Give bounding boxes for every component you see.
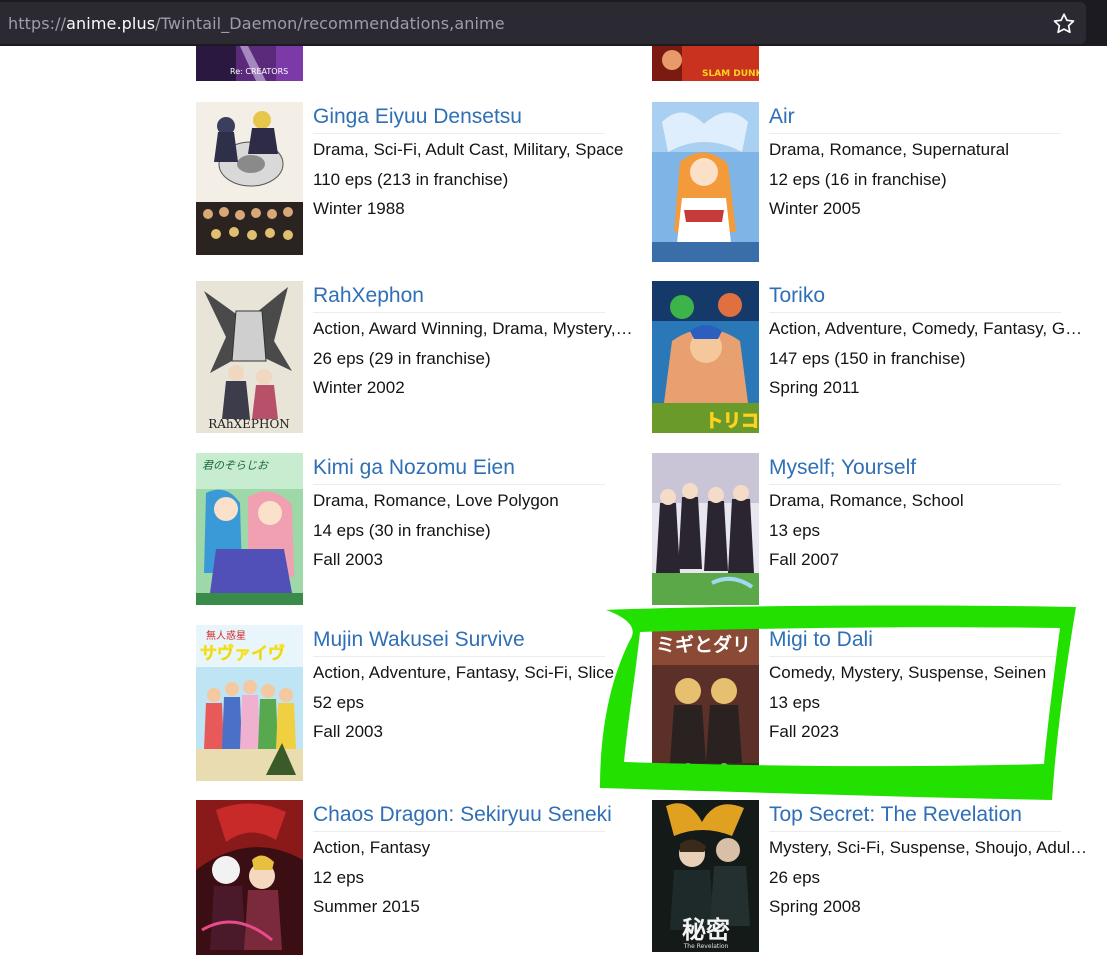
anime-title-link[interactable]: RahXephon	[313, 284, 424, 308]
anime-episodes: 12 eps (16 in franchise)	[769, 170, 947, 189]
anime-episodes: 13 eps	[769, 521, 821, 540]
anime-episodes: 52 eps	[313, 693, 365, 712]
anime-genres: Action, Fantasy	[313, 838, 431, 857]
anime-season: Fall 2003	[313, 550, 383, 569]
partial-poster-left[interactable]: Re: CREATORS	[196, 46, 303, 81]
anime-title-link[interactable]: Kimi ga Nozomu Eien	[313, 456, 515, 480]
anime-genres: Mystery, Sci-Fi, Suspense, Shoujo, Adult…	[769, 838, 1091, 857]
browser-toolbar: https://anime.plus/Twintail_Daemon/recom…	[0, 0, 1107, 46]
anime-title-link[interactable]: Mujin Wakusei Survive	[313, 628, 525, 652]
partial-poster-right[interactable]: SLAM DUNK	[652, 46, 759, 81]
anime-season: Spring 2008	[769, 897, 861, 916]
anime-episodes: 26 eps	[769, 868, 821, 887]
anime-title-link[interactable]: Top Secret: The Revelation	[769, 803, 1022, 827]
anime-genres: Drama, Romance, School	[769, 491, 964, 510]
anime-season: Winter 2005	[769, 199, 861, 218]
poster-image[interactable]	[652, 102, 759, 262]
anime-season: Fall 2007	[769, 550, 839, 569]
poster-image[interactable]	[196, 800, 303, 955]
anime-title-link[interactable]: Migi to Dali	[769, 628, 873, 652]
address-bar[interactable]: https://anime.plus/Twintail_Daemon/recom…	[0, 2, 1086, 44]
anime-season: Summer 2015	[313, 897, 420, 916]
anime-title-link[interactable]: Air	[769, 105, 795, 129]
poster-logo: 君のぞらじお	[202, 459, 269, 472]
poster-logo: サヴァイヴ	[200, 643, 285, 664]
anime-genres: Drama, Romance, Love Polygon	[313, 491, 559, 510]
anime-genres: Drama, Romance, Supernatural	[769, 140, 1010, 159]
anime-season: Winter 2002	[313, 378, 405, 397]
poster-logo: RAhXEPHON	[208, 417, 290, 431]
poster-logo-sub: The Revelation	[683, 943, 729, 950]
anime-genres: Action, Award Winning, Drama, Mystery, S…	[313, 319, 635, 338]
poster-caption: SLAM DUNK	[702, 69, 759, 79]
anime-episodes: 147 eps (150 in franchise)	[769, 349, 966, 368]
poster-image[interactable]: RAhXEPHON	[196, 281, 303, 433]
star-icon[interactable]	[1051, 11, 1077, 37]
anime-episodes: 13 eps	[769, 693, 821, 712]
poster-image[interactable]	[196, 102, 303, 255]
poster-caption: Re: CREATORS	[230, 67, 288, 76]
poster-logo: 秘密	[682, 915, 730, 944]
anime-genres: Action, Adventure, Comedy, Fantasy, Gour…	[769, 319, 1091, 338]
poster-image[interactable]: 無人惑星 サヴァイヴ	[196, 625, 303, 781]
url-text[interactable]: https://anime.plus/Twintail_Daemon/recom…	[8, 14, 505, 33]
anime-genres: Comedy, Mystery, Suspense, Seinen	[769, 663, 1047, 682]
poster-logo: トリコ	[705, 411, 759, 432]
anime-episodes: 12 eps	[313, 868, 365, 887]
anime-episodes: 26 eps (29 in franchise)	[313, 349, 491, 368]
poster-image[interactable]: 秘密 The Revelation	[652, 800, 759, 952]
anime-title-link[interactable]: Myself; Yourself	[769, 456, 916, 480]
poster-logo-sub: 無人惑星	[206, 629, 246, 642]
anime-episodes: 14 eps (30 in franchise)	[313, 521, 491, 540]
poster-image[interactable]	[652, 453, 759, 605]
anime-season: Spring 2011	[769, 378, 860, 397]
anime-title-link[interactable]: Toriko	[769, 284, 825, 308]
anime-title-link[interactable]: Chaos Dragon: Sekiryuu Seneki	[313, 803, 612, 827]
anime-episodes: 110 eps (213 in franchise)	[313, 170, 509, 189]
poster-logo: ミギとダリ	[656, 633, 751, 656]
poster-image[interactable]: 君のぞらじお	[196, 453, 303, 605]
anime-season: Fall 2003	[313, 722, 383, 741]
anime-season: Fall 2023	[769, 722, 839, 741]
anime-season: Winter 1988	[313, 199, 405, 218]
anime-genres: Action, Adventure, Fantasy, Sci-Fi, Slic…	[313, 663, 635, 682]
anime-genres: Drama, Sci-Fi, Adult Cast, Military, Spa…	[313, 140, 624, 159]
anime-title-link[interactable]: Ginga Eiyuu Densetsu	[313, 105, 522, 129]
poster-image[interactable]: ミギとダリ	[652, 625, 759, 775]
poster-image[interactable]: トリコ	[652, 281, 759, 433]
